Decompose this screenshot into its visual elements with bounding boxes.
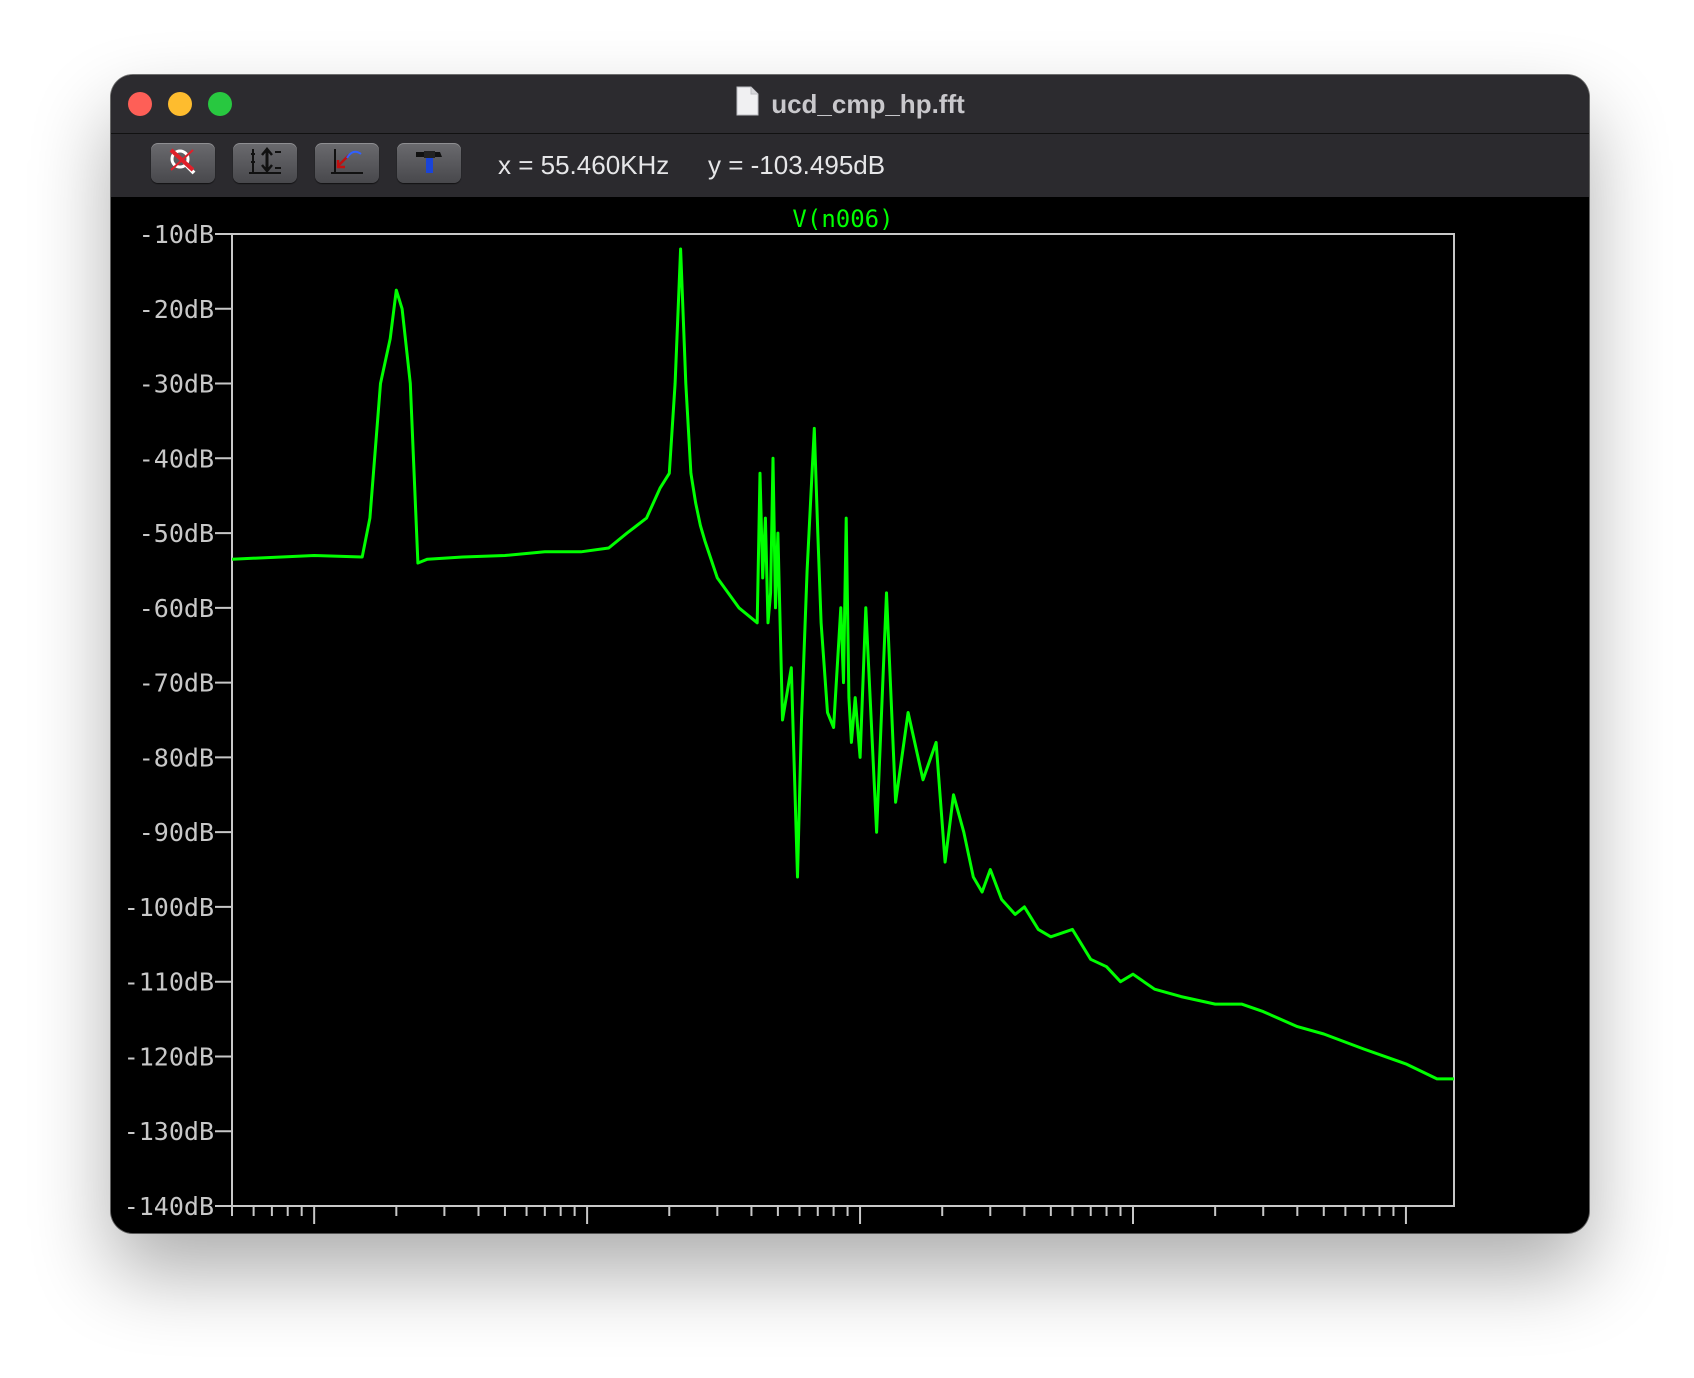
title-bar: ucd_cmp_hp.fft bbox=[111, 75, 1589, 134]
document-icon bbox=[735, 86, 759, 123]
window-title: ucd_cmp_hp.fft bbox=[771, 88, 965, 119]
fft-chart[interactable]: V(n006) -10dB -20dB -30dB -40dB -50dB -60dB -70… bbox=[111, 197, 1589, 1233]
window-title-area: ucd_cmp_hp.fft bbox=[111, 75, 1589, 133]
y-tick-label: -90dB bbox=[139, 818, 214, 847]
y-tick-label: -130dB bbox=[124, 1117, 214, 1146]
plot-frame bbox=[231, 233, 1455, 1207]
y-tick-label: -10dB bbox=[139, 220, 214, 249]
cursor-y-readout: y = -103.495dB bbox=[708, 150, 886, 180]
autorange-y-button[interactable] bbox=[233, 143, 297, 183]
y-tick-label: -100dB bbox=[124, 893, 214, 922]
zoom-fit-icon bbox=[327, 146, 367, 181]
y-tick-label: -50dB bbox=[139, 519, 214, 548]
hammer-button[interactable] bbox=[397, 143, 461, 183]
y-tick-label: -60dB bbox=[139, 594, 214, 623]
plot-window: ucd_cmp_hp.fft x = 55.460KHz y = -103.49… bbox=[111, 75, 1589, 1233]
y-tick-label: -70dB bbox=[139, 669, 214, 698]
hammer-icon bbox=[409, 146, 449, 181]
series-line-v-n006 bbox=[231, 247, 1454, 1081]
cursor-x-readout: x = 55.460KHz bbox=[498, 150, 670, 180]
y-tick-label: -140dB bbox=[124, 1192, 214, 1221]
zoom-cancel-button[interactable] bbox=[151, 143, 215, 183]
y-tick-label: -80dB bbox=[139, 743, 214, 772]
y-tick-label: -20dB bbox=[139, 295, 214, 324]
zoom-cancel-icon bbox=[163, 146, 203, 181]
zoom-to-fit-button[interactable] bbox=[315, 143, 379, 183]
y-tick-label: -40dB bbox=[139, 444, 214, 473]
y-tick-label: -30dB bbox=[139, 370, 214, 399]
plot-area[interactable]: V(n006) -10dB -20dB -30dB -40dB -50dB -60dB -70… bbox=[111, 197, 1589, 1233]
toolbar: x = 55.460KHz y = -103.495dB bbox=[111, 134, 1589, 197]
y-tick-label: -110dB bbox=[124, 968, 214, 997]
y-tick-label: -120dB bbox=[124, 1042, 214, 1071]
autorange-y-icon bbox=[245, 146, 285, 181]
chart-title: V(n006) bbox=[792, 205, 893, 233]
